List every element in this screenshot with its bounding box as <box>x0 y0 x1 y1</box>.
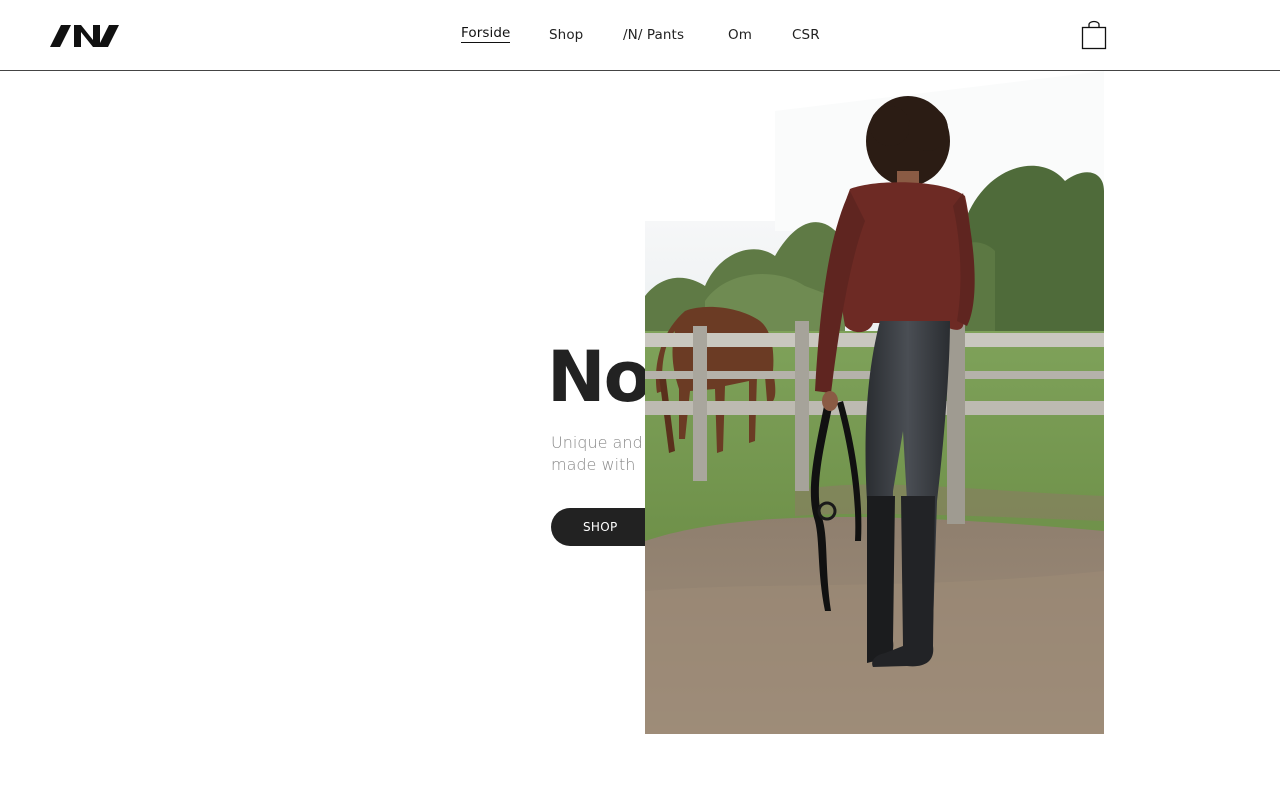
hero-title: No <box>547 336 645 418</box>
hero-text: No Unique and made with SHOP <box>547 335 645 565</box>
hero-subtitle-line-2: made with <box>551 455 636 474</box>
nav-item-csr[interactable]: CSR <box>792 24 820 46</box>
hero-subtitle: Unique and made with <box>551 432 645 476</box>
nav-item-shop[interactable]: Shop <box>549 24 583 46</box>
nav-item-forside[interactable]: Forside <box>461 24 511 43</box>
nav-item-n-pants[interactable]: /N/ Pants <box>623 24 684 46</box>
hero-photo <box>645 71 1104 734</box>
shop-button[interactable]: SHOP <box>551 508 645 546</box>
nav-item-om[interactable]: Om <box>728 24 752 46</box>
shopping-bag-icon[interactable] <box>1080 20 1108 50</box>
site-header: Forside Shop /N/ Pants Om CSR <box>0 0 1280 71</box>
hero-subtitle-line-1: Unique and <box>551 433 643 452</box>
